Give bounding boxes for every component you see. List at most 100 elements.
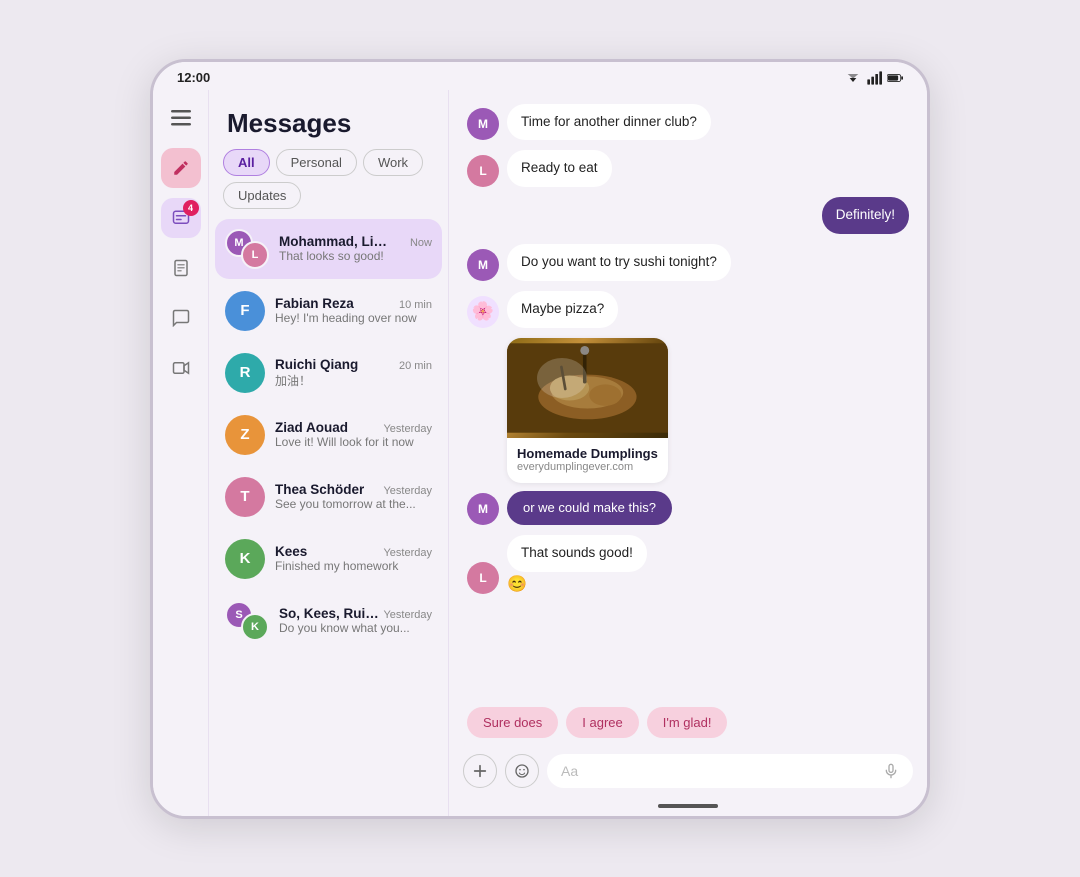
conv-preview: Finished my homework xyxy=(275,559,432,573)
conv-name: Fabian Reza xyxy=(275,296,354,311)
conv-header: So, Kees, Ruichi Yesterday xyxy=(279,606,432,621)
conv-preview: 加油！ xyxy=(275,372,432,389)
conv-name: Thea Schöder xyxy=(275,482,364,497)
message-avatar: L xyxy=(467,562,499,594)
chat-bubble-icon xyxy=(172,309,190,327)
conv-info: Kees Yesterday Finished my homework xyxy=(275,544,432,573)
conv-header: Fabian Reza 10 min xyxy=(275,296,432,311)
main-area: 4 xyxy=(153,90,927,816)
avatar-group: S K xyxy=(225,601,269,641)
conv-name: Kees xyxy=(275,544,307,559)
hamburger-icon xyxy=(171,110,191,126)
conv-info: Mohammad, Lily, So Now That looks so goo… xyxy=(279,234,432,263)
messages-panel: Messages All Personal Work Updates M L xyxy=(209,90,449,816)
conv-time: 10 min xyxy=(399,299,432,311)
quick-reply-glad[interactable]: I'm glad! xyxy=(647,707,728,738)
status-bar: 12:00 xyxy=(153,62,927,90)
conv-name: Ziad Aouad xyxy=(275,420,348,435)
conv-name: So, Kees, Ruichi xyxy=(279,606,383,621)
conversation-list: M L Mohammad, Lily, So Now That looks so… xyxy=(209,219,448,816)
conv-info: Ziad Aouad Yesterday Love it! Will look … xyxy=(275,420,432,449)
conv-name: Ruichi Qiang xyxy=(275,357,358,372)
link-card-body: Homemade Dumplings everydumplingever.com xyxy=(507,438,668,483)
sidebar-video[interactable] xyxy=(161,348,201,388)
conv-info: Fabian Reza 10 min Hey! I'm heading over… xyxy=(275,296,432,325)
battery-icon xyxy=(887,70,903,86)
conv-time: 20 min xyxy=(399,360,432,372)
dumpling-image xyxy=(507,338,668,438)
add-button[interactable] xyxy=(463,754,497,788)
message-avatar: 🌸 xyxy=(467,296,499,328)
message-row: L That sounds good! 😊 xyxy=(467,535,909,594)
avatar: K xyxy=(225,539,265,579)
sidebar-notes[interactable] xyxy=(161,248,201,288)
message-avatar: M xyxy=(467,108,499,140)
message-bubble-sent: Definitely! xyxy=(822,197,909,234)
quick-reply-agree[interactable]: I agree xyxy=(566,707,638,738)
avatar: T xyxy=(225,477,265,517)
link-card: Homemade Dumplings everydumplingever.com xyxy=(507,338,668,483)
filter-work[interactable]: Work xyxy=(363,149,423,176)
avatar: Z xyxy=(225,415,265,455)
conv-preview: Do you know what you... xyxy=(279,621,432,635)
message-avatar: M xyxy=(467,249,499,281)
conv-info: So, Kees, Ruichi Yesterday Do you know w… xyxy=(279,606,432,635)
emoji-reaction: 😊 xyxy=(507,574,647,594)
wifi-icon xyxy=(845,70,861,86)
conversation-item[interactable]: R Ruichi Qiang 20 min 加油！ xyxy=(215,343,442,403)
conversation-item[interactable]: M L Mohammad, Lily, So Now That looks so… xyxy=(215,219,442,279)
avatar-group: M L xyxy=(225,229,269,269)
conv-info: Ruichi Qiang 20 min 加油！ xyxy=(275,357,432,389)
signal-icon xyxy=(866,70,882,86)
avatar: R xyxy=(225,353,265,393)
sidebar-messages[interactable]: 4 xyxy=(161,198,201,238)
conversation-item[interactable]: F Fabian Reza 10 min Hey! I'm heading ov… xyxy=(215,281,442,341)
filter-updates[interactable]: Updates xyxy=(223,182,301,209)
message-bubble: Maybe pizza? xyxy=(507,291,618,328)
message-row: L Ready to eat xyxy=(467,150,909,187)
message-row: M Time for another dinner club? xyxy=(467,104,909,141)
messages-badge: 4 xyxy=(183,200,199,216)
message-avatar: M xyxy=(467,493,499,525)
chat-panel: M Time for another dinner club? L Ready … xyxy=(449,90,927,816)
tablet-frame: 12:00 xyxy=(150,59,930,819)
conversation-item[interactable]: K Kees Yesterday Finished my homework xyxy=(215,529,442,589)
group-avatar-2: L xyxy=(241,241,269,269)
message-row: M xyxy=(467,338,909,525)
sidebar: 4 xyxy=(153,90,209,816)
conversation-item[interactable]: Z Ziad Aouad Yesterday Love it! Will loo… xyxy=(215,405,442,465)
message-row: M Do you want to try sushi tonight? xyxy=(467,244,909,281)
sidebar-hamburger[interactable] xyxy=(161,98,201,138)
emoji-button[interactable] xyxy=(505,754,539,788)
group-avatar-2: K xyxy=(241,613,269,641)
input-placeholder: Aa xyxy=(561,763,578,779)
conv-time: Yesterday xyxy=(383,547,432,559)
filter-personal[interactable]: Personal xyxy=(276,149,357,176)
conversation-item[interactable]: T Thea Schöder Yesterday See you tomorro… xyxy=(215,467,442,527)
sidebar-chat[interactable] xyxy=(161,298,201,338)
message-bubble: Do you want to try sushi tonight? xyxy=(507,244,731,281)
status-time: 12:00 xyxy=(177,70,210,85)
avatar: F xyxy=(225,291,265,331)
conv-preview: Love it! Will look for it now xyxy=(275,435,432,449)
pencil-icon xyxy=(172,159,190,177)
plus-icon xyxy=(472,763,488,779)
message-avatar: L xyxy=(467,155,499,187)
avatar-wrap: S K xyxy=(225,601,269,641)
message-input[interactable]: Aa xyxy=(547,754,913,788)
filter-all[interactable]: All xyxy=(223,149,270,176)
conv-header: Thea Schöder Yesterday xyxy=(275,482,432,497)
quick-reply-sure[interactable]: Sure does xyxy=(467,707,558,738)
microphone-icon xyxy=(883,763,899,779)
conversation-item[interactable]: S K So, Kees, Ruichi Yesterday Do you kn… xyxy=(215,591,442,651)
conv-header: Ziad Aouad Yesterday xyxy=(275,420,432,435)
dumpling-svg xyxy=(507,338,668,438)
action-pill-bubble: or we could make this? xyxy=(507,491,672,525)
conv-preview: See you tomorrow at the... xyxy=(275,497,432,511)
filter-chips: All Personal Work Updates xyxy=(209,149,448,219)
link-card-title: Homemade Dumplings xyxy=(517,446,658,461)
message-row: 🌸 Maybe pizza? xyxy=(467,291,909,328)
sidebar-compose[interactable] xyxy=(161,148,201,188)
conv-time: Yesterday xyxy=(383,485,432,497)
conv-header: Ruichi Qiang 20 min xyxy=(275,357,432,372)
